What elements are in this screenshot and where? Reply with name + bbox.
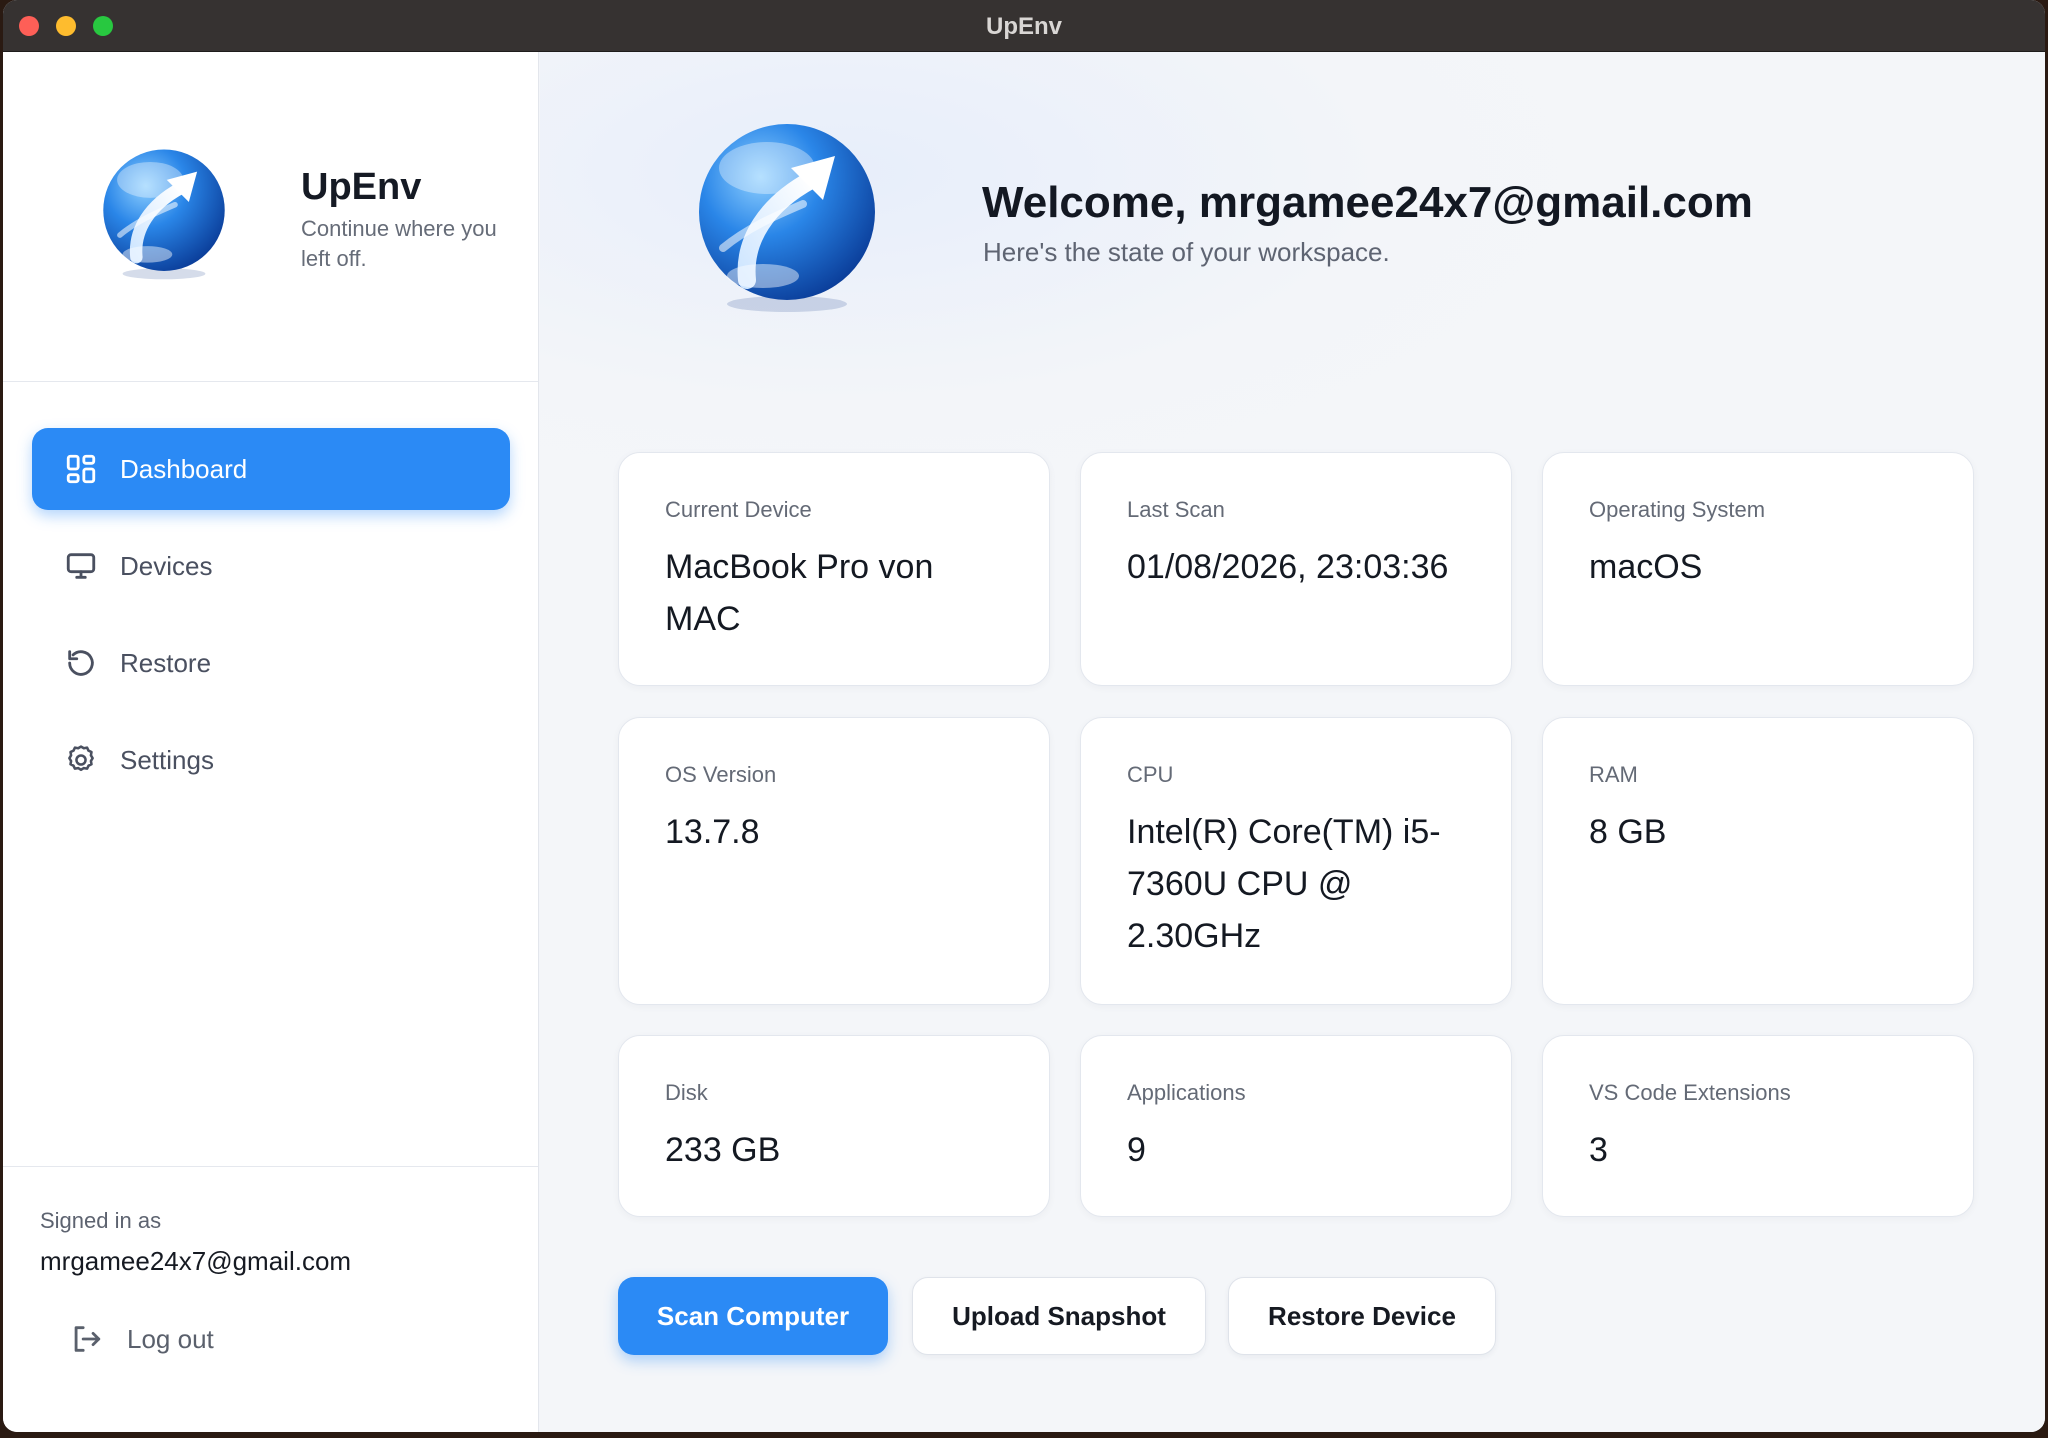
sidebar-item-settings[interactable]: Settings: [32, 719, 510, 801]
sidebar-divider: [3, 1166, 538, 1167]
card-value: 13.7.8: [665, 813, 760, 851]
sidebar-item-label: Dashboard: [120, 453, 248, 484]
card-label: VS Code Extensions: [1589, 1080, 1791, 1105]
card-value: 9: [1127, 1131, 1146, 1169]
logout-button[interactable]: Log out: [69, 1314, 214, 1364]
app-logo-icon: [687, 116, 887, 316]
info-card-disk: Disk 233 GB: [618, 1035, 1050, 1217]
app-window: UpEnv UpEnv Continue where you left off.…: [3, 0, 2045, 1432]
restore-icon: [64, 646, 98, 680]
dashboard-main: Welcome, mrgamee24x7@gmail.com Here's th…: [540, 52, 2045, 1432]
info-card-current-device: Current Device MacBook Pro von MAC: [618, 452, 1050, 686]
card-label: Disk: [665, 1080, 708, 1105]
card-label: Operating System: [1589, 497, 1766, 522]
card-value: 3: [1589, 1131, 1608, 1169]
upload-snapshot-button[interactable]: Upload Snapshot: [912, 1277, 1206, 1355]
welcome-heading: Welcome, mrgamee24x7@gmail.com: [982, 178, 1753, 227]
card-value: 233 GB: [665, 1131, 781, 1169]
card-value: macOS: [1589, 548, 1703, 586]
app-logo-icon: [95, 144, 233, 282]
logout-label: Log out: [127, 1323, 214, 1354]
title-bar: UpEnv: [3, 0, 2045, 52]
card-label: OS Version: [665, 762, 777, 787]
grid-icon: [64, 452, 98, 486]
signed-in-email: mrgamee24x7@gmail.com: [40, 1246, 352, 1276]
sidebar-item-label: Restore: [120, 647, 212, 678]
brand-name: UpEnv: [301, 166, 422, 208]
scan-computer-button[interactable]: Scan Computer: [618, 1277, 888, 1355]
card-value: 8 GB: [1589, 813, 1667, 851]
card-value: Intel(R) Core(TM) i5-7360U CPU @ 2.30GHz: [1127, 813, 1441, 955]
card-label: Current Device: [665, 497, 812, 522]
card-value: MacBook Pro von MAC: [665, 548, 934, 638]
sidebar-item-devices[interactable]: Devices: [32, 525, 510, 607]
info-card-applications: Applications 9: [1080, 1035, 1512, 1217]
card-value: 01/08/2026, 23:03:36: [1127, 548, 1449, 586]
info-card-cpu: CPU Intel(R) Core(TM) i5-7360U CPU @ 2.3…: [1080, 717, 1512, 1005]
card-label: Last Scan: [1127, 497, 1225, 522]
card-label: CPU: [1127, 762, 1174, 787]
info-card-vscode-extensions: VS Code Extensions 3: [1542, 1035, 1974, 1217]
gear-icon: [64, 743, 98, 777]
info-card-last-scan: Last Scan 01/08/2026, 23:03:36: [1080, 452, 1512, 686]
monitor-icon: [64, 549, 98, 583]
logout-icon: [69, 1322, 103, 1356]
sidebar-item-label: Settings: [120, 744, 214, 775]
brand-tagline: Continue where you left off.: [301, 216, 497, 271]
info-card-os-version: OS Version 13.7.8: [618, 717, 1050, 1005]
sidebar: UpEnv Continue where you left off. Dashb…: [3, 52, 539, 1432]
sidebar-divider: [3, 381, 538, 382]
sidebar-item-restore[interactable]: Restore: [32, 622, 510, 704]
card-label: Applications: [1127, 1080, 1246, 1105]
info-card-ram: RAM 8 GB: [1542, 717, 1974, 1005]
info-card-operating-system: Operating System macOS: [1542, 452, 1974, 686]
window-title: UpEnv: [985, 13, 1062, 40]
sidebar-item-dashboard[interactable]: Dashboard: [32, 428, 510, 510]
sidebar-item-label: Devices: [120, 550, 213, 581]
signed-in-label: Signed in as: [40, 1208, 162, 1233]
restore-device-button[interactable]: Restore Device: [1228, 1277, 1496, 1355]
welcome-subtitle: Here's the state of your workspace.: [983, 237, 1390, 267]
card-label: RAM: [1589, 762, 1638, 787]
